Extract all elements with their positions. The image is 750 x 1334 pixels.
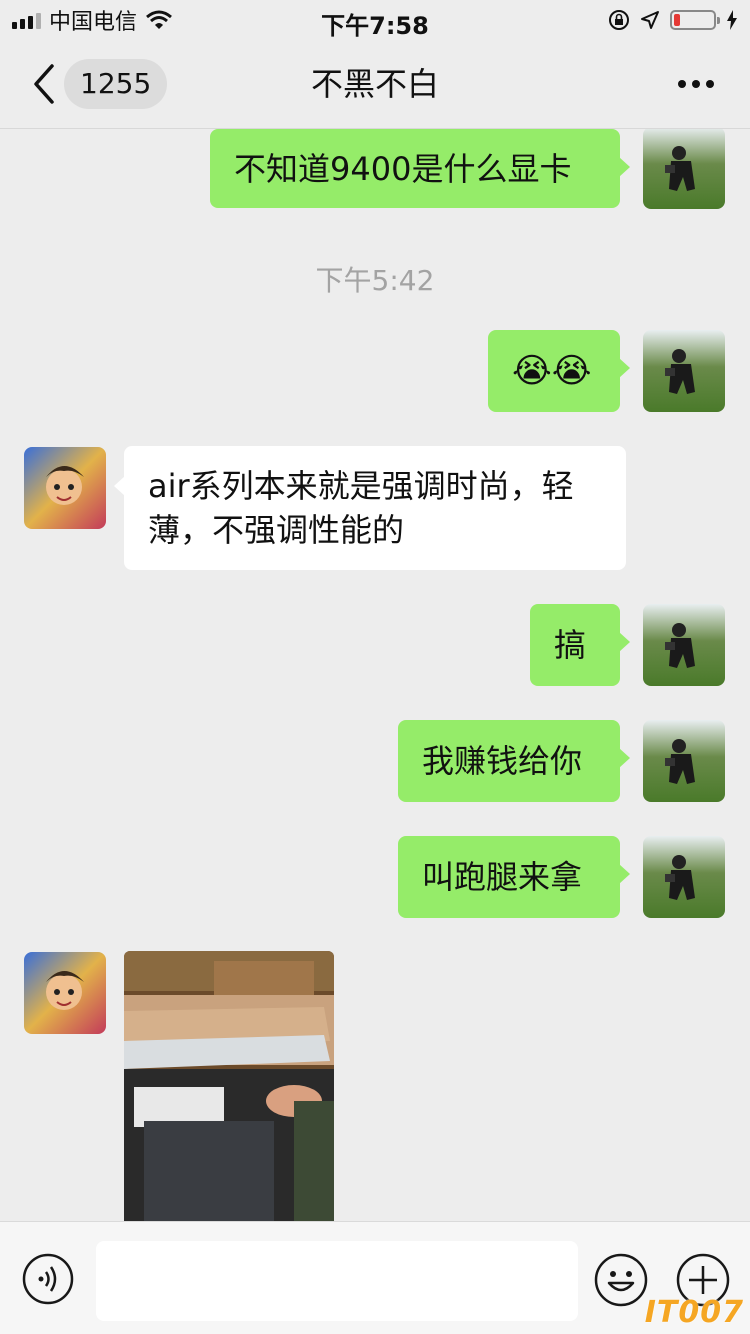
chat-title: 不黑不白 xyxy=(310,65,439,103)
rotation-lock-icon xyxy=(609,10,629,30)
nav-bar: 1255 不黑不白 xyxy=(0,40,750,128)
contact-avatar[interactable] xyxy=(24,952,106,1034)
my-avatar[interactable] xyxy=(643,330,725,412)
crying-emoji-icon: 😭😭 xyxy=(512,351,592,391)
message-bubble[interactable]: 不知道9400是什么显卡 xyxy=(210,129,630,208)
voice-input-icon[interactable] xyxy=(22,1253,74,1305)
watermark-logo: IT007 xyxy=(644,1295,744,1330)
message-bubble[interactable]: 😭😭 xyxy=(488,330,630,412)
contact-avatar[interactable] xyxy=(24,447,106,529)
message-text: 不知道9400是什么显卡 xyxy=(234,150,572,188)
charging-bolt-icon xyxy=(727,10,737,30)
message-bubble[interactable]: 叫跑腿来拿 xyxy=(398,836,630,918)
my-avatar[interactable] xyxy=(643,129,725,209)
message-text: 叫跑腿来拿 xyxy=(422,858,583,896)
message-input[interactable] xyxy=(96,1241,578,1321)
message-text: 我赚钱给你 xyxy=(422,742,583,780)
message-bubble[interactable]: 我赚钱给你 xyxy=(398,720,630,802)
input-bar: IT007 xyxy=(0,1221,750,1334)
my-avatar[interactable] xyxy=(643,604,725,686)
message-bubble[interactable]: 搞 xyxy=(530,604,630,686)
message-text: air系列本来就是强调时尚，轻薄，不强调性能的 xyxy=(148,467,574,549)
location-arrow-icon xyxy=(641,11,659,29)
emoji-icon[interactable] xyxy=(594,1253,648,1307)
timestamp: 下午5:42 xyxy=(315,264,435,297)
image-message[interactable] xyxy=(124,951,334,1221)
chat-area[interactable]: 不知道9400是什么显卡 下午5:42 😭😭 air系列本来就是强调时尚，轻薄，… xyxy=(0,129,750,1221)
message-text: 搞 xyxy=(554,626,587,664)
battery-icon xyxy=(670,10,720,30)
status-bar: 中国电信 下午7:58 xyxy=(0,0,750,40)
my-avatar[interactable] xyxy=(643,720,725,802)
message-bubble[interactable]: air系列本来就是强调时尚，轻薄，不强调性能的 xyxy=(114,446,626,570)
more-options-icon[interactable] xyxy=(676,70,716,98)
my-avatar[interactable] xyxy=(643,836,725,918)
